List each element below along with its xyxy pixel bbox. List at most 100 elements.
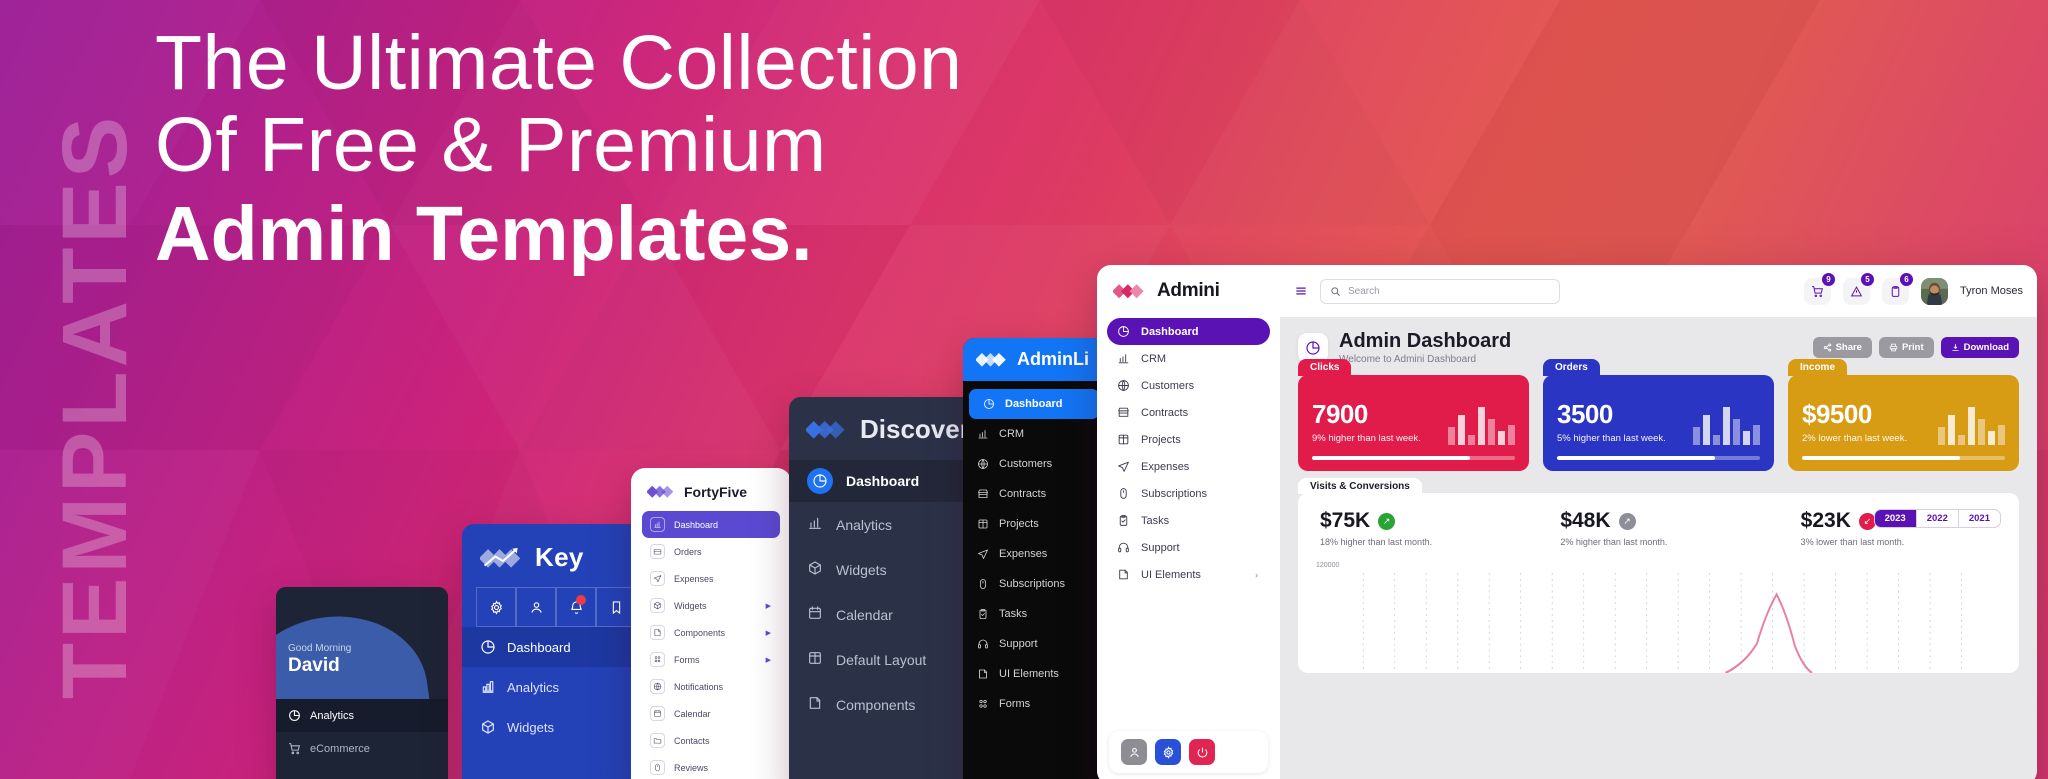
year-option-2021[interactable]: 2021 [1959, 510, 2000, 527]
sidebar-item-ecommerce[interactable]: eCommerce [276, 732, 448, 765]
sidebar-item-subscriptions[interactable]: Subscriptions [1107, 480, 1270, 507]
sidebar-item-forms[interactable]: Forms ▶ [642, 646, 780, 673]
stat-card-note: 5% higher than last week. [1557, 433, 1666, 444]
visits-conversions-panel: Visits & Conversions $75K ↗ 18% higher tha… [1298, 478, 2019, 675]
gear-button[interactable] [476, 587, 516, 627]
fortyfive-brand: FortyFive [631, 468, 791, 511]
sidebar-item-label: Contacts [674, 735, 710, 746]
sidebar-item-projects[interactable]: Projects [1107, 426, 1270, 453]
sidebar-item-customers[interactable]: Customers [1107, 372, 1270, 399]
sidebar-item-ui-elements[interactable]: UI Elements [963, 659, 1105, 689]
bookmark-button[interactable] [596, 587, 636, 627]
sidebar-item-customers[interactable]: Customers [963, 449, 1105, 479]
user-button[interactable] [516, 587, 556, 627]
hamburger-icon[interactable] [1294, 284, 1308, 298]
admini-brand-name: Admini [1157, 280, 1220, 301]
folder-icon [653, 738, 662, 744]
sidebar-item-components[interactable]: Components [789, 682, 983, 727]
sidebar-item-widgets[interactable]: Widgets [462, 707, 650, 747]
globe-icon [1118, 380, 1129, 391]
sidebar-item-ui-elements[interactable]: UI Elements › [1107, 561, 1270, 588]
share-button[interactable]: Share [1812, 337, 1872, 358]
visits-chart: 120000 [1316, 562, 2001, 675]
key-brand-name: Key [535, 542, 584, 572]
stat-card-tab: Income [1788, 359, 1848, 376]
sidebar-item-analytics[interactable]: Analytics [276, 699, 448, 732]
logout-button[interactable] [1189, 739, 1215, 765]
cart-notification-button[interactable]: 9 [1804, 272, 1836, 305]
sidebar-item-calendar[interactable]: Calendar [642, 700, 780, 727]
download-button[interactable]: Download [1940, 337, 2019, 358]
cart-icon [289, 743, 301, 755]
sidebar-item-subscriptions[interactable]: Subscriptions [963, 569, 1105, 599]
sidebar-item-tasks[interactable]: Tasks [963, 599, 1105, 629]
sidebar-item-widgets[interactable]: Widgets ▶ [642, 592, 780, 619]
print-button[interactable]: Print [1878, 337, 1934, 358]
sidebar-item-tasks[interactable]: Tasks [1107, 507, 1270, 534]
sidebar-item-crm[interactable]: CRM [1107, 345, 1270, 372]
sidebar-item-forms[interactable]: Forms [963, 689, 1105, 719]
sidebar-item-dashboard[interactable]: Dashboard [969, 389, 1099, 419]
sidebar-item-default-layout[interactable]: Default Layout [789, 637, 983, 682]
headline-line-3: Admin Templates. [155, 190, 813, 277]
profile-button[interactable] [1121, 739, 1147, 765]
sidebar-item-dashboard[interactable]: Dashboard [462, 627, 650, 667]
sidebar-item-dashboard[interactable]: Dashboard [789, 460, 983, 502]
sidebar-item-analytics[interactable]: Analytics [462, 667, 650, 707]
sidebar-item-contracts[interactable]: Contracts [963, 479, 1105, 509]
sidebar-item-support[interactable]: Support [1107, 534, 1270, 561]
sidebar-item-label: Subscriptions [1141, 487, 1208, 500]
stat-card-clicks[interactable]: Clicks 7900 9% higher than last week. [1298, 359, 1529, 471]
sidebar-item-label: Expenses [999, 548, 1048, 560]
year-option-2022[interactable]: 2022 [1917, 510, 1959, 527]
sidebar-item-dashboard[interactable]: Dashboard [642, 511, 780, 538]
admini-dashboard-card[interactable]: Admini Dashboard CRM Customers Contracts Pro… [1097, 265, 2037, 779]
tasks-notification-button[interactable]: 6 [1882, 272, 1914, 305]
stat-card-orders[interactable]: Orders 3500 5% higher than last week. [1543, 359, 1774, 471]
sidebar-item-support[interactable]: Support [963, 629, 1105, 659]
stat-card-progress [1802, 456, 2005, 460]
year-option-2023[interactable]: 2023 [1874, 510, 1917, 527]
greeting-card[interactable]: Good Morning David Analytics eCommerce [276, 587, 448, 779]
mouse-icon [1120, 488, 1127, 499]
key-template-card[interactable]: Key Dashboard Analytics Widgets [462, 524, 650, 779]
calendar-icon-wrap [650, 706, 665, 721]
bar-chart-icon-wrap [807, 515, 823, 534]
adminlte-template-card[interactable]: AdminLi Dashboard CRM Customers Contracts Pr… [963, 338, 1105, 779]
avatar[interactable] [1921, 277, 1949, 305]
sidebar-item-label: Widgets [836, 561, 887, 578]
grid-icon-wrap [650, 652, 665, 667]
key-brand: Key [462, 524, 650, 587]
sidebar-item-analytics[interactable]: Analytics [789, 502, 983, 547]
stat-card-income[interactable]: Income $9500 2% lower than last week. [1788, 359, 2019, 471]
note-icon [809, 697, 821, 709]
sidebar-item-reviews[interactable]: Reviews [642, 754, 780, 779]
notifications-button[interactable] [556, 587, 596, 627]
sidebar-item-widgets[interactable]: Widgets [789, 547, 983, 592]
alert-notification-button[interactable]: 5 [1843, 272, 1875, 305]
sidebar-item-dashboard[interactable]: Dashboard [1107, 318, 1270, 345]
sidebar-item-contracts[interactable]: Contracts [1107, 399, 1270, 426]
sidebar-item-orders[interactable]: Orders [642, 538, 780, 565]
sidebar-item-components[interactable]: Components ▶ [642, 619, 780, 646]
sidebar-item-expenses[interactable]: Expenses [963, 539, 1105, 569]
sidebar-item-crm[interactable]: CRM [963, 419, 1105, 449]
greeting-text: Good Morning [288, 643, 352, 654]
sidebar-item-contacts[interactable]: Contacts [642, 727, 780, 754]
sidebar-item-notifications[interactable]: Notifications [642, 673, 780, 700]
sidebar-item-expenses[interactable]: Expenses [642, 565, 780, 592]
search-input[interactable]: Search [1320, 278, 1561, 304]
sidebar-item-calendar[interactable]: Calendar [789, 592, 983, 637]
sidebar-item-projects[interactable]: Projects [963, 509, 1105, 539]
stat-card-sparkbars [1938, 407, 2005, 445]
settings-button[interactable] [1155, 739, 1181, 765]
globe-icon-wrap [650, 679, 665, 694]
discover-brand: Discover [789, 397, 983, 460]
pie-chart-icon [1306, 340, 1320, 355]
fortyfive-template-card[interactable]: FortyFive Dashboard Orders Expenses Widgets… [631, 468, 791, 779]
sidebar-item-expenses[interactable]: Expenses [1107, 453, 1270, 480]
bar-chart-icon [978, 430, 988, 439]
pie-chart-icon [813, 474, 827, 488]
discover-template-card[interactable]: Discover Dashboard Analytics Widgets Calend… [789, 397, 983, 779]
stat-card-tab: Orders [1543, 359, 1600, 376]
